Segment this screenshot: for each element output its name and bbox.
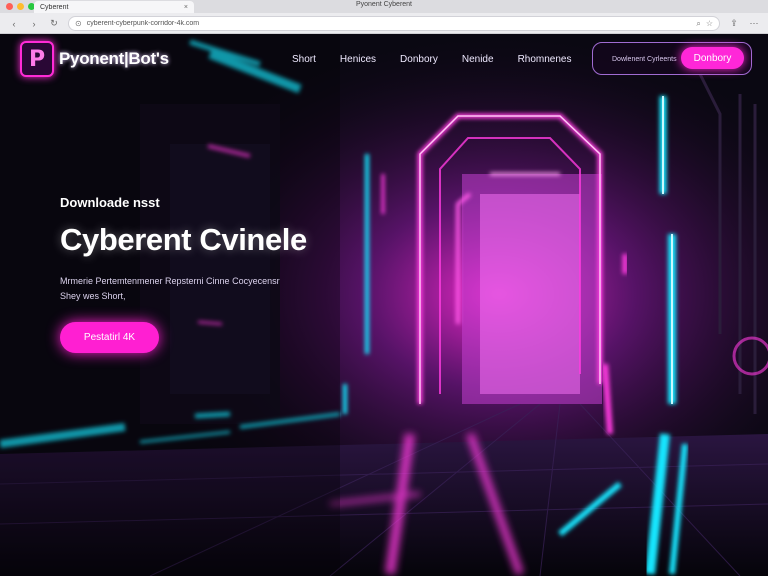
site-navbar: P Pyonent|Bot's Short Henices Donbory Ne… (0, 34, 768, 90)
nav-link-donbory[interactable]: Donbory (400, 54, 438, 65)
star-icon[interactable]: ☆ (706, 19, 713, 28)
nav-link-rhomnenes[interactable]: Rhomnenes (518, 54, 572, 65)
cyberpunk-corridor-backdrop (0, 34, 768, 576)
address-bar[interactable]: ⊙ cyberent-cyberpunk-corridor-4k.com ⌕ ☆ (68, 16, 720, 31)
hero-title: Cyberent Cvinele (60, 222, 307, 257)
hero-description: Mrmerie Pertemtenmener Repsterni Cinne C… (60, 274, 280, 304)
hero-cta-button[interactable]: Pestatirl 4K (60, 322, 159, 353)
nav-link-henices[interactable]: Henices (340, 54, 376, 65)
share-icon[interactable]: ⇪ (728, 18, 740, 29)
hero-description-line: Mrmerie Pertemtenmener Repsterni Cinne C… (60, 276, 280, 286)
logo-text: Pyonent|Bot's (59, 49, 169, 68)
menu-icon[interactable]: ⋯ (748, 18, 760, 29)
minimize-window-button[interactable] (17, 3, 24, 10)
logo-mark-icon: P (20, 41, 54, 77)
browser-tab[interactable]: Cyberent × (34, 1, 194, 13)
lock-icon: ⊙ (75, 19, 82, 28)
reload-icon[interactable]: ↻ (48, 18, 60, 29)
tab-title: Cyberent (40, 3, 69, 11)
browser-toolbar: ‹ › ↻ ⊙ cyberent-cyberpunk-corridor-4k.c… (0, 13, 768, 34)
nav-link-short[interactable]: Short (292, 54, 316, 65)
site-logo[interactable]: P Pyonent|Bot's (20, 41, 169, 77)
browser-chrome: Cyberent × Pyonent Cyberent ‹ › ↻ ⊙ cybe… (0, 0, 768, 34)
hero-kicker: Downloade nsst (60, 195, 160, 210)
nav-cta-button[interactable]: Donbory (681, 47, 744, 69)
nav-links: Short Henices Donbory Nenide Rhomnenes (292, 54, 571, 65)
page-viewport: P Pyonent|Bot's Short Henices Donbory Ne… (0, 34, 768, 576)
hero-description-line: Shey wes Short, (60, 291, 126, 301)
nav-link-nenide[interactable]: Nenide (462, 54, 494, 65)
forward-icon[interactable]: › (28, 19, 40, 29)
tab-close-icon[interactable]: × (184, 4, 188, 11)
tab-bar: Cyberent × Pyonent Cyberent (0, 0, 768, 13)
address-text[interactable]: cyberent-cyberpunk-corridor-4k.com (87, 20, 692, 27)
close-window-button[interactable] (6, 3, 13, 10)
back-icon[interactable]: ‹ (8, 19, 20, 29)
search-icon[interactable]: ⌕ (696, 19, 700, 29)
window-controls (6, 3, 35, 10)
nav-cta-text: Dowlenent Cyrleents (612, 56, 677, 63)
